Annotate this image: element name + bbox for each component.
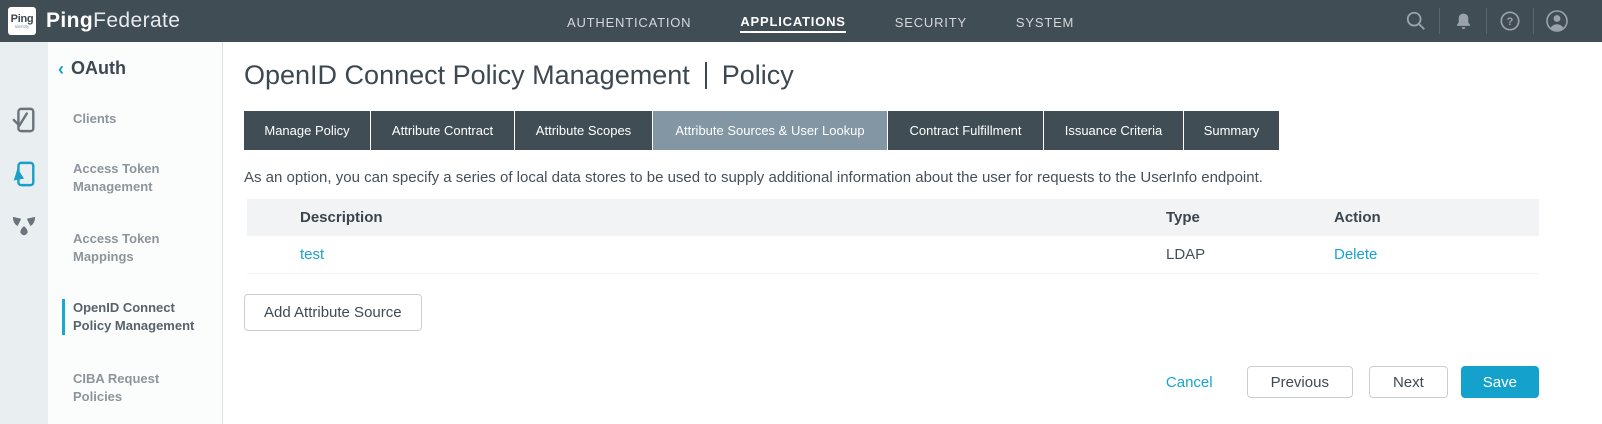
next-button[interactable]: Next [1369, 366, 1448, 398]
delete-link[interactable]: Delete [1334, 246, 1377, 263]
previous-button[interactable]: Previous [1247, 366, 1353, 398]
nav-authentication[interactable]: AUTHENTICATION [567, 11, 691, 32]
nav-applications[interactable]: APPLICATIONS [740, 10, 845, 33]
column-header-action: Action [1334, 209, 1539, 226]
ping-logo-subtext: Identity [15, 24, 30, 29]
tab-issuance-criteria[interactable]: Issuance Criteria [1044, 111, 1183, 150]
tab-contract-fulfillment[interactable]: Contract Fulfillment [888, 111, 1043, 150]
page-title-main: OpenID Connect Policy Management [244, 60, 690, 91]
back-icon: ‹ [58, 60, 64, 78]
page-title-sub: Policy [722, 60, 794, 91]
header-icon-group: ? [1393, 0, 1580, 42]
add-attribute-source-button[interactable]: Add Attribute Source [244, 294, 422, 331]
sidebar-section-title: OAuth [71, 58, 126, 79]
ping-logo[interactable]: Ping Identity [8, 7, 36, 35]
product-title: PingFederate [46, 0, 180, 42]
table-header-row: Description Type Action [247, 199, 1539, 236]
account-icon[interactable] [1534, 0, 1580, 42]
tab-attribute-contract[interactable]: Attribute Contract [371, 111, 514, 150]
product-title-bold: Ping [46, 9, 93, 33]
tab-attribute-scopes[interactable]: Attribute Scopes [515, 111, 652, 150]
sidebar-item-access-token-mappings[interactable]: Access Token Mappings [73, 230, 205, 266]
notifications-icon[interactable] [1440, 0, 1486, 42]
tab-attribute-sources-user-lookup[interactable]: Attribute Sources & User Lookup [653, 111, 887, 150]
nav-security[interactable]: SECURITY [895, 11, 967, 32]
footer-actions: Cancel Previous Next Save [1166, 366, 1539, 398]
sidebar-icon-rail [0, 42, 48, 424]
save-button[interactable]: Save [1461, 366, 1539, 398]
column-header-type: Type [1166, 209, 1334, 226]
access-token-management-icon[interactable] [0, 154, 48, 194]
page-description: As an option, you can specify a series o… [244, 169, 1539, 186]
search-icon[interactable] [1393, 0, 1439, 42]
sidebar: ‹ OAuth Clients Access Token Management … [48, 42, 223, 424]
page-title: OpenID Connect Policy Management Policy [244, 60, 794, 91]
main-content: OpenID Connect Policy Management Policy … [244, 42, 1539, 424]
attribute-sources-table: Description Type Action test LDAP Delete [247, 199, 1539, 274]
ping-logo-text: Ping [11, 14, 34, 24]
help-icon[interactable]: ? [1487, 0, 1533, 42]
product-title-light: Federate [93, 9, 180, 33]
attribute-source-link[interactable]: test [300, 246, 324, 263]
title-separator [705, 62, 707, 89]
top-header: Ping Identity PingFederate AUTHENTICATIO… [0, 0, 1602, 42]
clients-icon[interactable] [0, 100, 48, 140]
tab-summary[interactable]: Summary [1184, 111, 1279, 150]
nav-system[interactable]: SYSTEM [1016, 11, 1074, 32]
sidebar-item-clients[interactable]: Clients [73, 110, 205, 128]
access-token-mappings-icon[interactable] [0, 207, 48, 247]
attribute-source-type: LDAP [1166, 246, 1334, 263]
sidebar-back-oauth[interactable]: ‹ OAuth [58, 58, 126, 79]
sidebar-item-openid-connect-policy-management[interactable]: OpenID Connect Policy Management [62, 299, 205, 335]
sidebar-item-access-token-management[interactable]: Access Token Management [73, 160, 205, 196]
svg-text:?: ? [1507, 16, 1514, 28]
pingfederate-app: Ping Identity PingFederate AUTHENTICATIO… [0, 0, 1602, 424]
wizard-tabs: Manage Policy Attribute Contract Attribu… [244, 111, 1279, 150]
cancel-link[interactable]: Cancel [1166, 374, 1213, 391]
column-header-description: Description [247, 209, 1166, 226]
top-navigation: AUTHENTICATION APPLICATIONS SECURITY SYS… [567, 0, 1074, 42]
tab-manage-policy[interactable]: Manage Policy [244, 111, 370, 150]
sidebar-item-ciba-request-policies[interactable]: CIBA Request Policies [73, 370, 205, 406]
table-row: test LDAP Delete [247, 236, 1539, 274]
